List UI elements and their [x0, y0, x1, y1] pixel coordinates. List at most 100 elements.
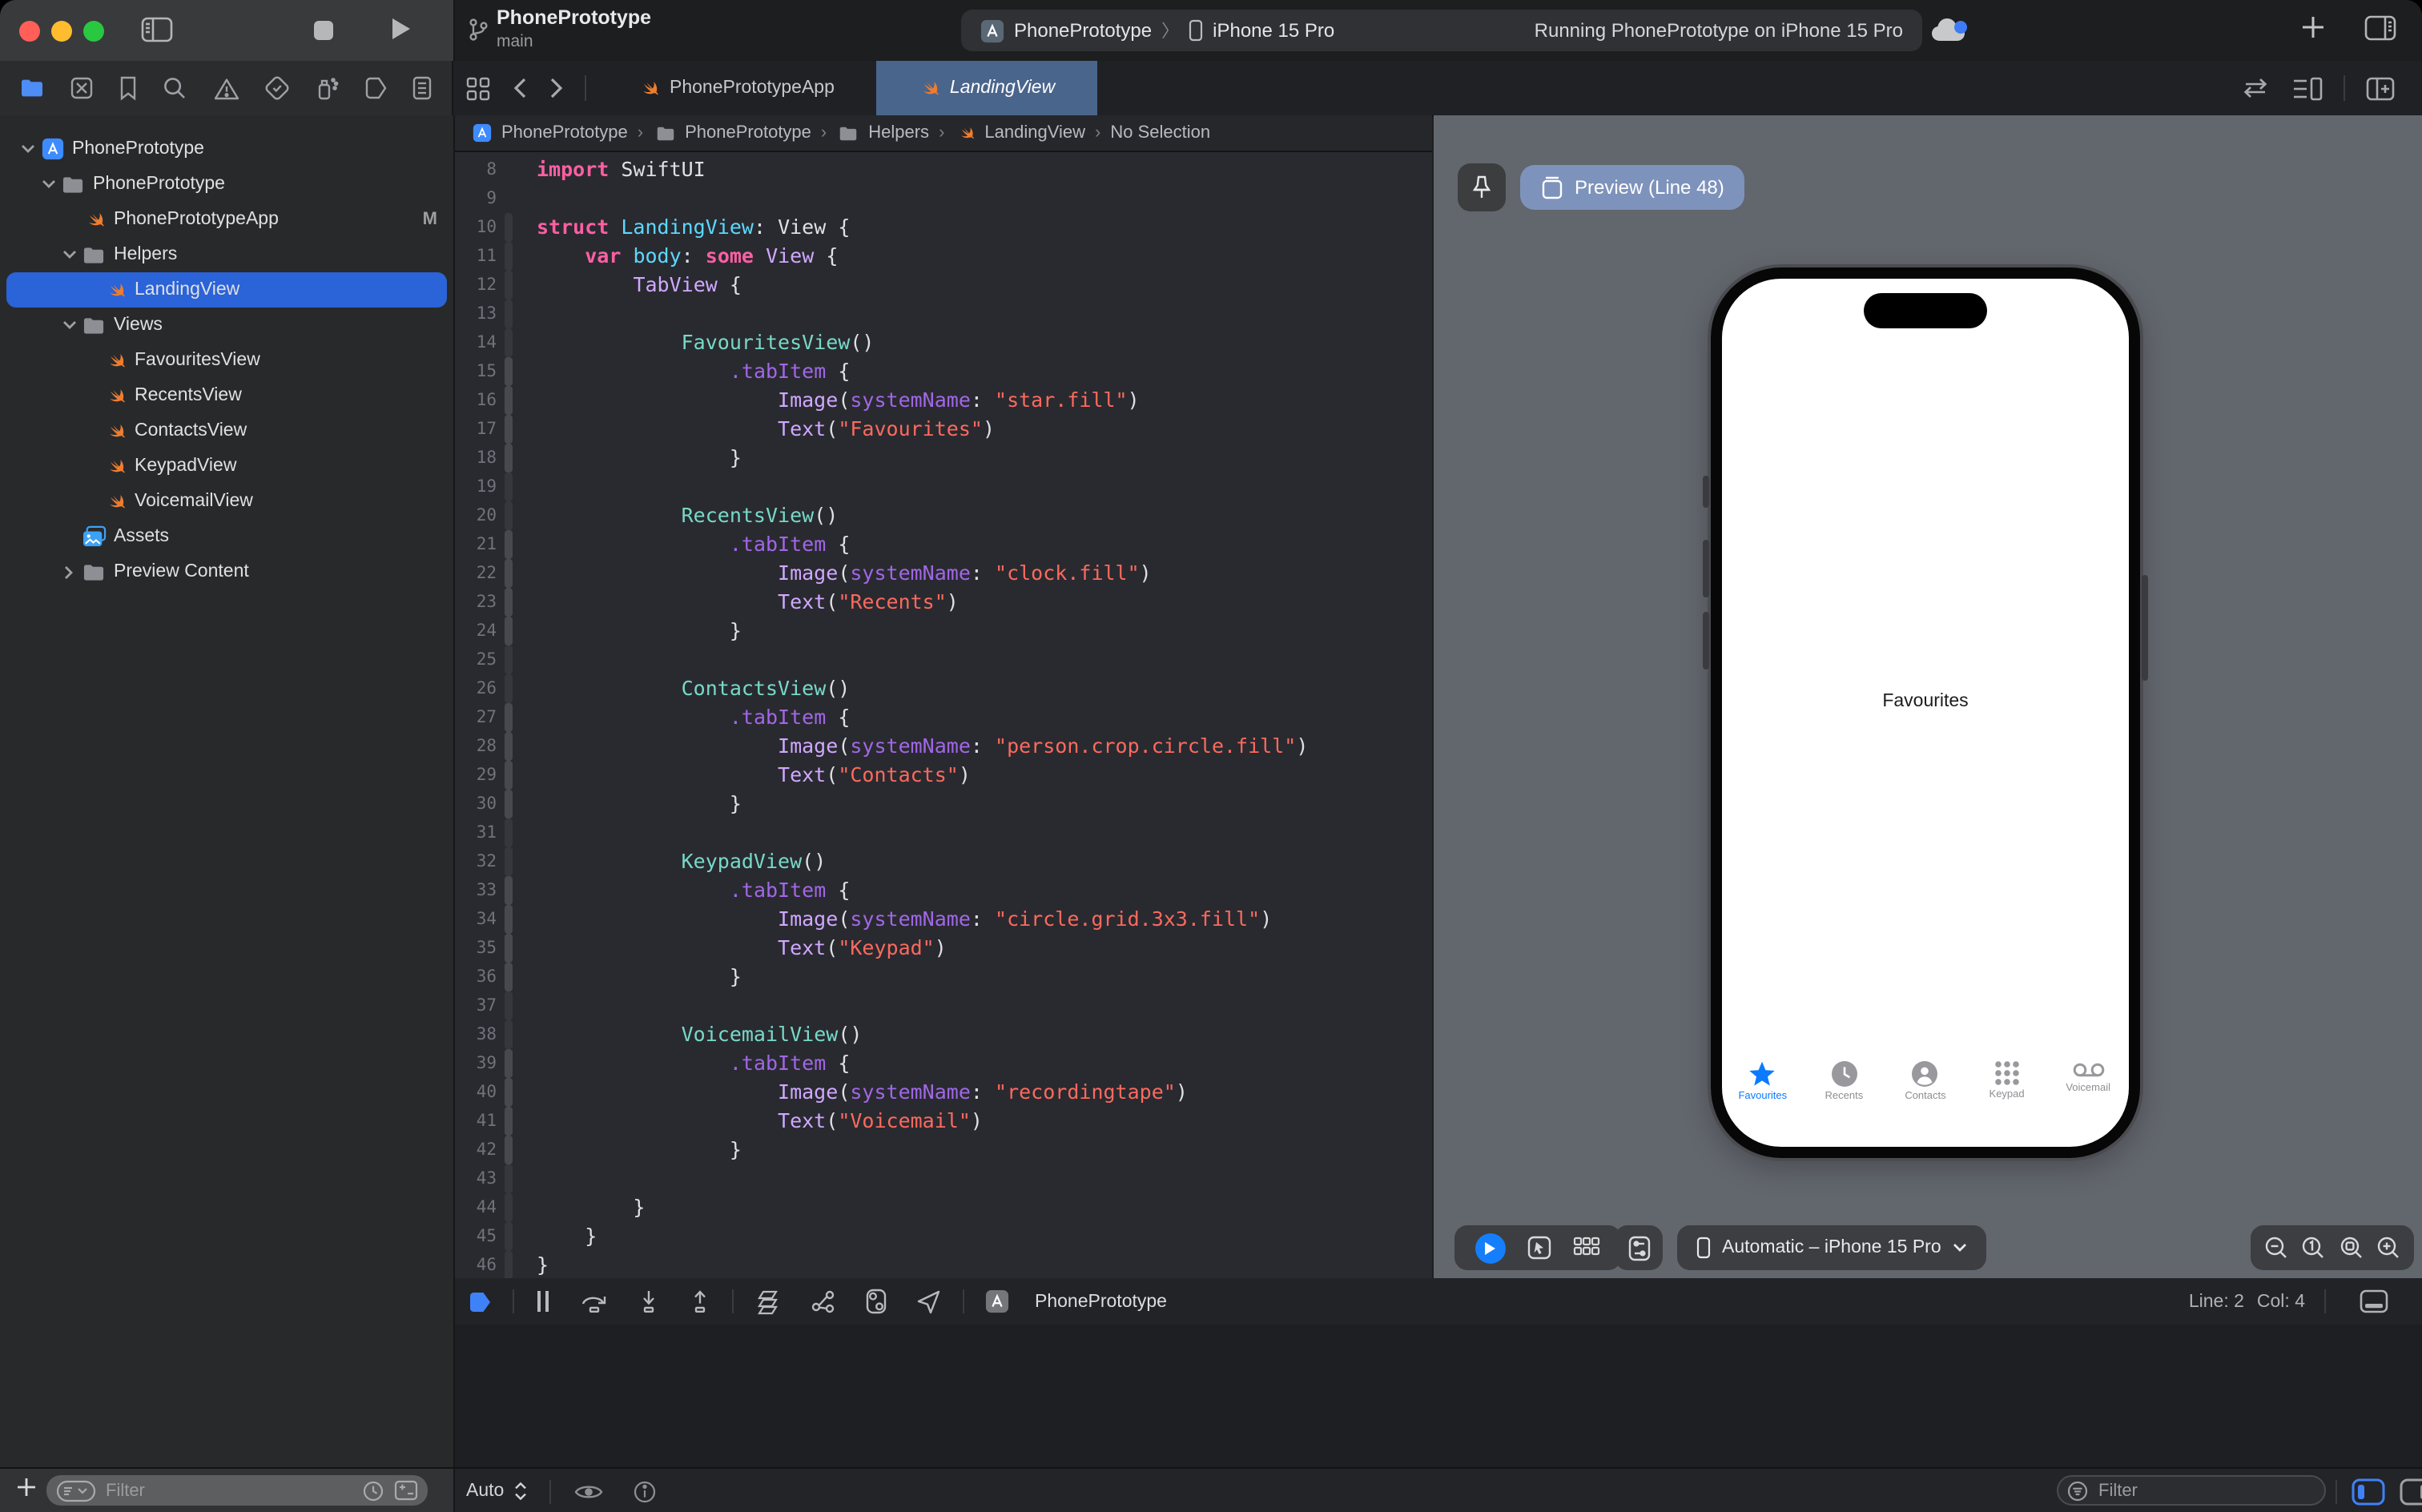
code-line-20[interactable]: 20 RecentsView() [455, 501, 1432, 530]
go-forward-icon[interactable] [549, 77, 564, 99]
fold-ribbon[interactable] [505, 905, 513, 934]
code-line-39[interactable]: 39 .tabItem { [455, 1049, 1432, 1078]
debug-session-app[interactable]: PhonePrototype [971, 1289, 1167, 1313]
fold-ribbon[interactable] [505, 963, 513, 991]
fold-ribbon[interactable] [505, 703, 513, 732]
fold-ribbon[interactable] [505, 876, 513, 905]
navigator-bookmarks-icon[interactable] [119, 75, 139, 101]
code-line-18[interactable]: 18 } [455, 444, 1432, 472]
code-line-45[interactable]: 45 } [455, 1222, 1432, 1251]
chevron-down-icon[interactable] [37, 179, 59, 189]
zoom-window-button[interactable] [83, 21, 104, 42]
toggle-navigator-icon[interactable] [141, 16, 173, 43]
selectable-mode-icon[interactable] [1527, 1235, 1552, 1261]
chevron-down-icon[interactable] [16, 144, 38, 154]
navigator-issues-icon[interactable] [212, 76, 239, 100]
source-editor[interactable]: 8import SwiftUI910struct LandingView: Vi… [455, 152, 1432, 1278]
fold-ribbon[interactable] [505, 501, 513, 530]
code-line-22[interactable]: 22 Image(systemName: "clock.fill") [455, 559, 1432, 588]
code-line-35[interactable]: 35 Text("Keypad") [455, 934, 1432, 963]
env-overrides-icon[interactable] [865, 1288, 887, 1315]
file-tree-item-voicemailview[interactable]: VoicemailView [0, 484, 453, 519]
fold-ribbon[interactable] [505, 559, 513, 588]
fold-ribbon[interactable] [505, 761, 513, 790]
fold-ribbon[interactable] [505, 617, 513, 645]
fold-ribbon[interactable] [505, 790, 513, 818]
code-line-46[interactable]: 46} [455, 1251, 1432, 1278]
console-scope-control[interactable]: Auto [466, 1469, 656, 1512]
fold-ribbon[interactable] [505, 415, 513, 444]
code-line-21[interactable]: 21 .tabItem { [455, 530, 1432, 559]
code-line-42[interactable]: 42 } [455, 1136, 1432, 1164]
chevron-down-icon[interactable] [58, 320, 80, 330]
code-line-28[interactable]: 28 Image(systemName: "person.crop.circle… [455, 732, 1432, 761]
fold-ribbon[interactable] [505, 645, 513, 674]
fold-ribbon[interactable] [505, 242, 513, 271]
pin-preview-button[interactable] [1458, 163, 1506, 211]
fold-ribbon[interactable] [505, 213, 513, 242]
memory-graph-icon[interactable] [811, 1289, 836, 1314]
chevron-down-icon[interactable] [58, 250, 80, 259]
code-line-25[interactable]: 25 [455, 645, 1432, 674]
fold-ribbon[interactable] [505, 1020, 513, 1049]
navigator-find-icon[interactable] [163, 75, 188, 101]
file-tree-item-views[interactable]: Views [0, 308, 453, 343]
toggle-debug-area-icon[interactable] [2360, 1289, 2388, 1313]
editor-tab-phoneprototypeapp[interactable]: PhonePrototypeApp [596, 61, 876, 115]
phone-tab-keypad[interactable]: Keypad [1966, 1060, 2048, 1124]
code-line-19[interactable]: 19 [455, 472, 1432, 501]
fold-ribbon[interactable] [505, 991, 513, 1020]
phone-tab-contacts[interactable]: Contacts [1885, 1060, 1966, 1124]
breadcrumb-item-landingview[interactable]: LandingView [954, 122, 1085, 144]
fold-ribbon[interactable] [505, 1164, 513, 1193]
minimap-icon[interactable] [2292, 76, 2323, 100]
recent-files-clock-icon[interactable] [362, 1479, 384, 1502]
zoom-100-icon[interactable] [2301, 1235, 2327, 1261]
code-line-11[interactable]: 11 var body: some View { [455, 242, 1432, 271]
breadcrumb-item-phoneprototype[interactable]: PhonePrototype [653, 123, 811, 143]
code-line-43[interactable]: 43 [455, 1164, 1432, 1193]
quick-look-eye-icon[interactable] [573, 1481, 603, 1502]
code-line-40[interactable]: 40 Image(systemName: "recordingtape") [455, 1078, 1432, 1107]
code-line-13[interactable]: 13 [455, 300, 1432, 328]
fold-ribbon[interactable] [505, 934, 513, 963]
code-line-16[interactable]: 16 Image(systemName: "star.fill") [455, 386, 1432, 415]
filter-options-icon[interactable] [56, 1479, 96, 1502]
code-line-29[interactable]: 29 Text("Contacts") [455, 761, 1432, 790]
file-tree-item-keypadview[interactable]: KeypadView [0, 448, 453, 484]
breadcrumb-item-helpers[interactable]: Helpers [836, 123, 929, 143]
preview-device-selector[interactable]: Automatic – iPhone 15 Pro [1677, 1225, 1986, 1270]
source-control-status-icon[interactable] [394, 1480, 418, 1501]
file-tree-item-helpers[interactable]: Helpers [0, 237, 453, 272]
file-tree-item-preview-content[interactable]: Preview Content [0, 554, 453, 589]
code-line-17[interactable]: 17 Text("Favourites") [455, 415, 1432, 444]
related-items-icon[interactable] [466, 76, 490, 100]
fold-ribbon[interactable] [505, 818, 513, 847]
breadcrumb-item-no-selection[interactable]: No Selection [1110, 123, 1210, 143]
code-line-23[interactable]: 23 Text("Recents") [455, 588, 1432, 617]
code-line-24[interactable]: 24 } [455, 617, 1432, 645]
code-line-10[interactable]: 10struct LandingView: View { [455, 213, 1432, 242]
add-tab-icon[interactable] [2300, 14, 2326, 40]
code-line-38[interactable]: 38 VoicemailView() [455, 1020, 1432, 1049]
fold-ribbon[interactable] [505, 357, 513, 386]
fold-ribbon[interactable] [505, 530, 513, 559]
live-preview-button[interactable] [1475, 1233, 1505, 1263]
code-line-32[interactable]: 32 KeypadView() [455, 847, 1432, 876]
step-out-icon[interactable] [689, 1289, 711, 1314]
fold-ribbon[interactable] [505, 588, 513, 617]
simulate-location-icon[interactable] [916, 1289, 942, 1314]
editor-tab-landingview[interactable]: LandingView [876, 61, 1096, 115]
phone-tab-voicemail[interactable]: Voicemail [2047, 1060, 2129, 1124]
code-line-31[interactable]: 31 [455, 818, 1432, 847]
pause-icon[interactable] [535, 1289, 551, 1313]
breakpoints-toggle-icon[interactable] [468, 1290, 492, 1313]
phone-tab-recents[interactable]: Recents [1804, 1060, 1885, 1124]
zoom-out-icon[interactable] [2263, 1235, 2289, 1261]
code-line-37[interactable]: 37 [455, 991, 1432, 1020]
breadcrumb-item-phoneprototype[interactable]: PhonePrototype [471, 122, 628, 144]
zoom-fit-icon[interactable] [2339, 1235, 2364, 1261]
code-line-26[interactable]: 26 ContactsView() [455, 674, 1432, 703]
debug-console[interactable] [455, 1325, 2422, 1467]
file-tree-item-favouritesview[interactable]: FavouritesView [0, 343, 453, 378]
